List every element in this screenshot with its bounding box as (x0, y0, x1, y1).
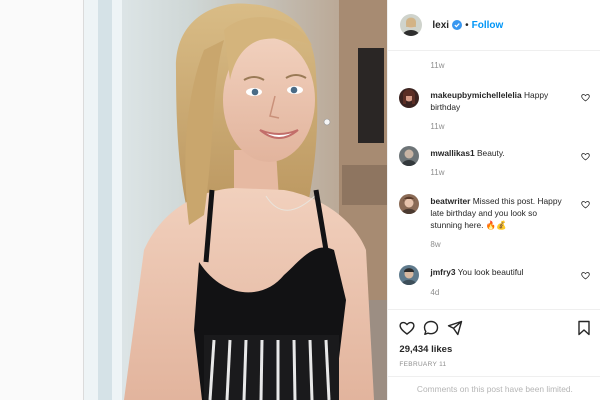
comment-body: beatwriter Missed this post. Happy late … (430, 195, 570, 231)
photo-image (84, 0, 388, 400)
post-actions: 29,434 likes FEBRUARY 11 Comments on thi… (388, 309, 600, 400)
comments-limited-notice: Comments on this post have been limited. (388, 376, 600, 400)
comments-list[interactable]: 11w makeupbymichellelelia Happy birthday (388, 51, 600, 309)
comment-avatar[interactable] (399, 265, 420, 285)
caption-timestamp: 11w (430, 61, 445, 70)
post-photo[interactable] (84, 0, 388, 400)
heart-icon[interactable] (581, 152, 591, 161)
post-header: lexi • Follow (388, 0, 600, 51)
post-panel: lexi • Follow 11w makeupbymichellelelia … (387, 0, 600, 400)
comment-username[interactable]: mwallikas1 (430, 148, 474, 158)
comment-timestamp: 11w (430, 122, 445, 131)
comment-body: mwallikas1 Beauty. (430, 147, 570, 159)
comment-text: You look beautiful (457, 267, 524, 277)
paper-plane-icon[interactable] (447, 320, 463, 336)
comment-body: makeupbymichellelelia Happy birthday (430, 89, 570, 113)
post-card: lexi • Follow 11w makeupbymichellelelia … (83, 0, 600, 400)
bookmark-icon[interactable] (576, 320, 592, 336)
comment-avatar[interactable] (399, 194, 420, 214)
author-name[interactable]: lexi (432, 20, 449, 31)
post-date: FEBRUARY 11 (399, 361, 447, 368)
header-separator: • (465, 19, 469, 31)
comment-username[interactable]: jmfry3 (430, 267, 455, 277)
comment-timestamp: 4d (430, 288, 440, 297)
comment-username[interactable]: makeupbymichellelelia (430, 90, 521, 100)
page: lexi • Follow 11w makeupbymichellelelia … (0, 0, 600, 400)
comment-body: jmfry3 You look beautiful (430, 266, 570, 278)
comment-avatar[interactable] (399, 88, 420, 108)
verified-badge-icon (452, 20, 463, 30)
heart-icon[interactable] (581, 200, 591, 209)
comment-timestamp: 11w (430, 168, 445, 177)
comment-text: Beauty. (476, 148, 505, 158)
comment-avatar[interactable] (399, 146, 420, 166)
follow-button[interactable]: Follow (472, 20, 504, 31)
heart-icon[interactable] (581, 271, 591, 280)
comment-timestamp: 8w (430, 240, 441, 249)
heart-icon[interactable] (581, 93, 591, 102)
comment-username[interactable]: beatwriter (430, 196, 470, 206)
comment-bubble-icon[interactable] (423, 320, 439, 336)
heart-icon[interactable] (399, 320, 415, 336)
likes-count[interactable]: 29,434 likes (399, 344, 452, 355)
author-avatar[interactable] (400, 14, 423, 36)
